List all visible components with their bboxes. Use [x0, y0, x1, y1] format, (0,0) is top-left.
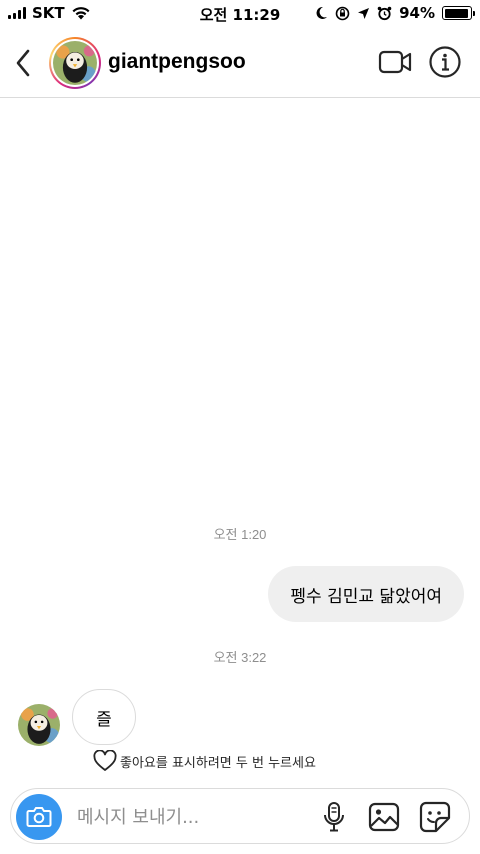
- heart-icon[interactable]: [93, 750, 117, 772]
- battery-level-fill: [444, 8, 468, 18]
- outgoing-message-text: 펭수 김민교 닮았어여: [290, 586, 442, 607]
- microphone-icon[interactable]: [321, 801, 347, 833]
- double-tap-like-hint: 좋아요를 표시하려면 두 번 누르세요: [93, 750, 316, 772]
- status-right: 94%: [315, 4, 475, 22]
- incoming-message-bubble[interactable]: 즐: [72, 689, 136, 745]
- gallery-icon[interactable]: [368, 802, 400, 832]
- header-avatar[interactable]: [49, 37, 101, 89]
- message-input[interactable]: [77, 803, 307, 831]
- moon-icon: [316, 6, 328, 19]
- sticker-icon[interactable]: [419, 801, 451, 833]
- battery-icon: [442, 6, 475, 20]
- avatar-image: [53, 41, 97, 85]
- alarm-icon: [377, 6, 392, 20]
- message-timestamp: 오전 1:20: [213, 527, 267, 542]
- location-icon: [358, 7, 370, 19]
- info-icon[interactable]: [428, 45, 462, 79]
- message-composer: [10, 788, 470, 844]
- incoming-message-text: 즐: [96, 709, 112, 730]
- orientation-lock-icon: [335, 6, 350, 20]
- chat-username[interactable]: giantpengsoo: [108, 50, 246, 74]
- penguin-avatar-icon: [18, 704, 60, 746]
- status-bar: SKT 오전 11:29 94%: [0, 0, 480, 26]
- back-chevron-icon[interactable]: [10, 46, 38, 80]
- battery-percent: 94%: [399, 4, 435, 22]
- sender-avatar[interactable]: [18, 704, 60, 746]
- video-call-icon[interactable]: [378, 47, 412, 77]
- chat-header: giantpengsoo: [0, 28, 480, 98]
- like-hint-text: 좋아요를 표시하려면 두 번 누르세요: [120, 755, 316, 771]
- camera-button[interactable]: [16, 794, 62, 840]
- penguin-avatar-icon: [53, 41, 97, 85]
- message-timestamp: 오전 3:22: [213, 650, 267, 665]
- camera-icon: [26, 807, 52, 827]
- outgoing-message-bubble[interactable]: 펭수 김민교 닮았어여: [268, 566, 464, 622]
